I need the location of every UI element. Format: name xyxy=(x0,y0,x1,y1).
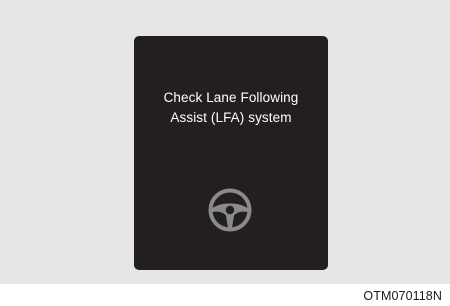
cluster-warning-screen: Check Lane Following Assist (LFA) system xyxy=(134,36,328,270)
warning-message-line-2: Assist (LFA) system xyxy=(170,110,292,125)
warning-message-line-1: Check Lane Following xyxy=(163,90,299,105)
steering-wheel-icon xyxy=(208,188,252,232)
illustration-background: Check Lane Following Assist (LFA) system xyxy=(0,0,450,284)
figure-code: OTM070118N xyxy=(363,289,442,303)
warning-message: Check Lane Following Assist (LFA) system xyxy=(134,88,328,128)
